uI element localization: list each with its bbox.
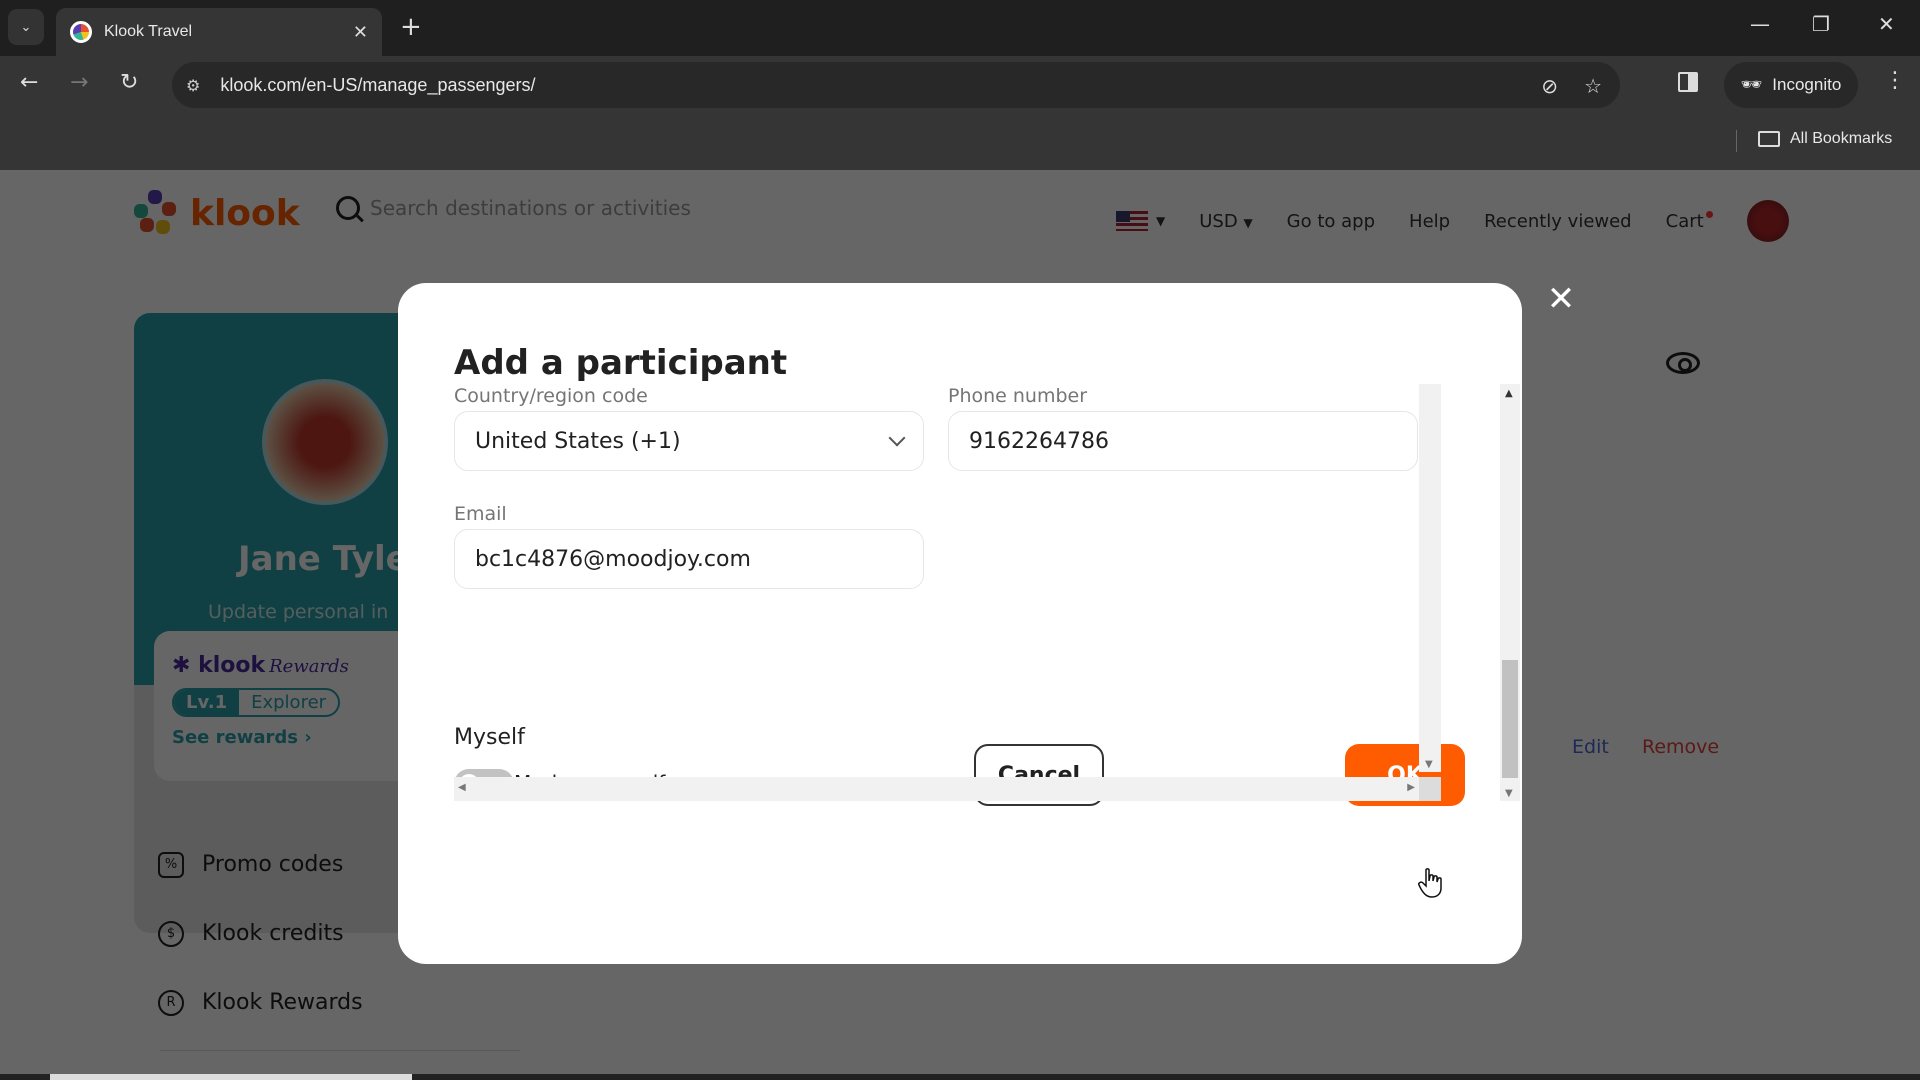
restore-button[interactable]: ❐ [1812, 12, 1830, 36]
browser-menu-icon[interactable]: ⋮ [1884, 68, 1906, 93]
address-bar[interactable]: ⚙ klook.com/en-US/manage_passengers/ ⊘ ☆ [172, 62, 1620, 108]
page: klook Search destinations or activities … [0, 170, 1920, 1080]
scroll-left-arrow-icon[interactable]: ◀ [458, 782, 466, 793]
scroll-down-arrow-icon[interactable]: ▼ [1425, 759, 1433, 770]
site-settings-icon[interactable]: ⚙ [186, 76, 200, 95]
minimize-button[interactable]: — [1750, 12, 1770, 36]
hand-cursor-icon [1418, 868, 1442, 898]
tab-title: Klook Travel [104, 23, 193, 40]
folder-icon [1758, 131, 1780, 147]
all-bookmarks-button[interactable]: All Bookmarks [1758, 130, 1892, 148]
add-participant-modal: Add a participant Country/region code Un… [398, 283, 1522, 964]
bookmarks-separator [1736, 130, 1737, 152]
scrollbar-corner [1419, 777, 1441, 801]
window-close-button[interactable]: ✕ [1878, 12, 1895, 36]
phone-number-label: Phone number [948, 385, 1088, 407]
close-icon[interactable]: ✕ [1546, 282, 1576, 316]
country-code-value: United States (+1) [475, 428, 681, 454]
scroll-up-arrow-icon[interactable]: ▲ [1505, 388, 1513, 399]
bookmarks-bar: All Bookmarks [0, 114, 1920, 170]
scroll-right-arrow-icon[interactable]: ▶ [1407, 782, 1415, 793]
incognito-icon: 🕶 [1740, 75, 1763, 94]
bookmark-star-icon[interactable]: ☆ [1584, 74, 1602, 98]
email-value: bc1c4876@moodjoy.com [475, 546, 751, 572]
inner-horizontal-scrollbar[interactable]: ◀ ▶ [454, 777, 1419, 801]
country-code-label: Country/region code [454, 385, 648, 407]
taskbar-active-item [50, 1074, 412, 1080]
incognito-label: Incognito [1772, 75, 1842, 94]
scroll-down-arrow-icon[interactable]: ▼ [1505, 788, 1513, 799]
phone-number-input[interactable]: 9162264786 [948, 411, 1418, 471]
email-label: Email [454, 503, 507, 525]
tab-close-icon[interactable]: ✕ [353, 22, 368, 43]
all-bookmarks-label: All Bookmarks [1790, 130, 1893, 147]
modal-form-scroll-area: Country/region code United States (+1) P… [454, 385, 1496, 805]
phone-number-value: 9162264786 [969, 428, 1109, 454]
back-button[interactable]: ← [20, 70, 38, 95]
modal-title: Add a participant [454, 343, 788, 383]
forward-button[interactable]: → [70, 70, 88, 95]
side-panel-icon[interactable] [1678, 72, 1698, 92]
taskbar-strip [0, 1074, 1920, 1080]
browser-tabstrip: ⌄ Klook Travel ✕ + — ❐ ✕ [0, 0, 1920, 56]
klook-favicon-icon [70, 21, 92, 43]
new-tab-button[interactable]: + [400, 12, 422, 42]
url-text[interactable]: klook.com/en-US/manage_passengers/ [220, 75, 535, 96]
browser-toolbar: ← → ↻ ⚙ klook.com/en-US/manage_passenger… [0, 56, 1920, 114]
incognito-badge[interactable]: 🕶 Incognito [1724, 62, 1858, 108]
modal-scrollbar-thumb[interactable] [1502, 660, 1518, 778]
reload-button[interactable]: ↻ [120, 70, 138, 95]
email-input[interactable]: bc1c4876@moodjoy.com [454, 529, 924, 589]
myself-section-title: Myself [454, 725, 525, 750]
tab-search-button[interactable]: ⌄ [8, 9, 44, 45]
browser-tab[interactable]: Klook Travel ✕ [56, 8, 382, 56]
eye-slash-icon[interactable]: ⊘ [1541, 74, 1558, 98]
country-code-select[interactable]: United States (+1) [454, 411, 924, 471]
inner-vertical-scrollbar[interactable]: ▼ [1419, 384, 1441, 772]
chevron-down-icon: ⌄ [20, 19, 32, 35]
chevron-down-icon [888, 429, 906, 447]
